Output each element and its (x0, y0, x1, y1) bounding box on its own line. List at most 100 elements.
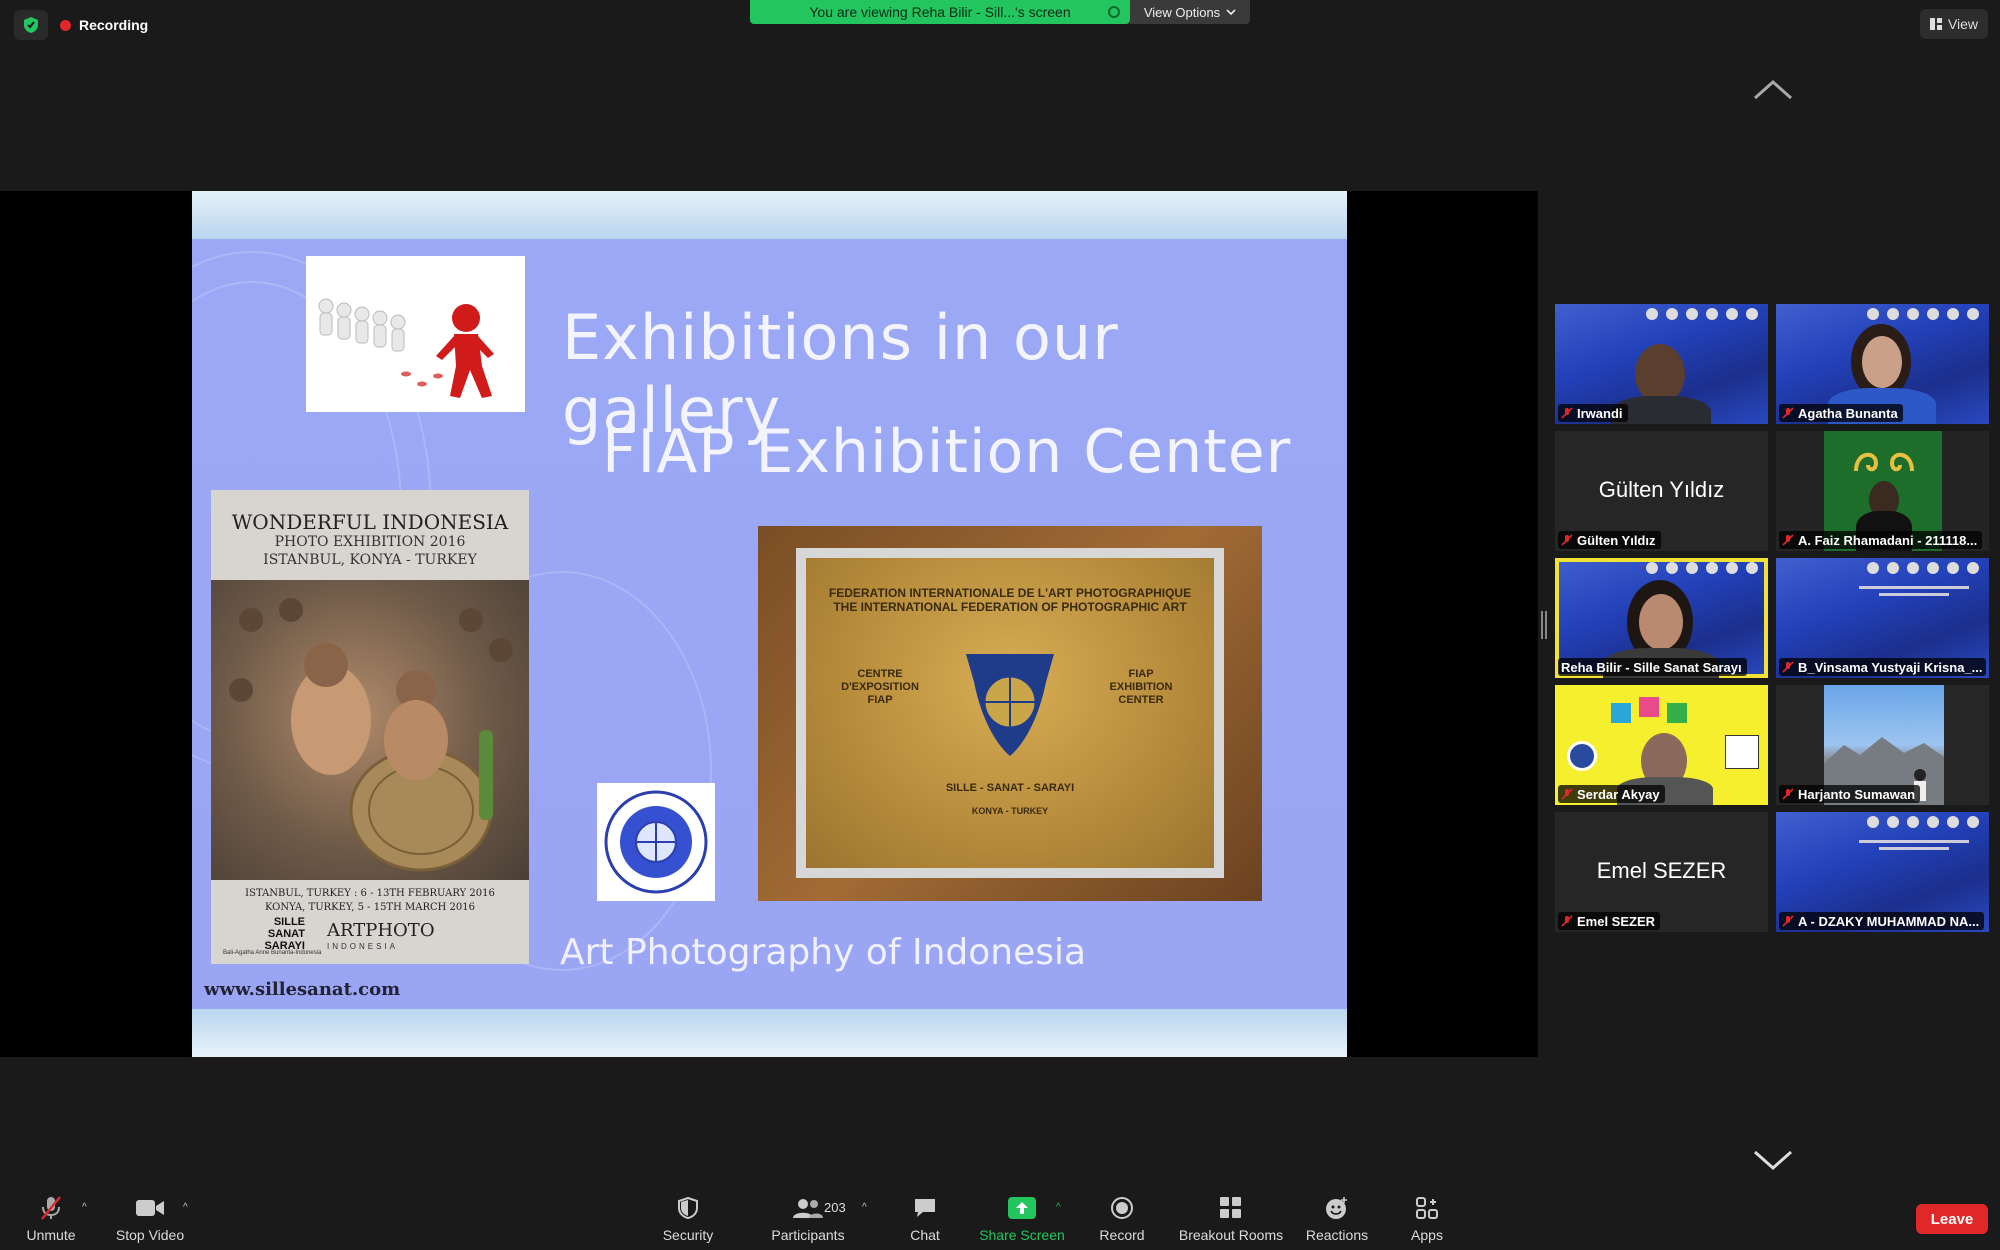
poster-logo-sille: SILLE SANAT SARAYI (264, 916, 305, 952)
view-options-button[interactable]: View Options (1130, 0, 1250, 24)
participant-name-tag: Serdar Akyay (1558, 785, 1665, 803)
record-button[interactable]: Record (1094, 1190, 1150, 1250)
security-button[interactable]: Security (656, 1190, 720, 1250)
view-button[interactable]: View (1920, 9, 1988, 39)
participant-name: A. Faiz Rhamadani - 211118... (1798, 532, 1978, 548)
apps-button[interactable]: Apps (1400, 1190, 1454, 1250)
participants-icon (793, 1195, 823, 1221)
tile-background-text-lines (1859, 586, 1969, 596)
apps-label: Apps (1411, 1227, 1443, 1243)
reactions-button[interactable]: Reactions (1302, 1190, 1372, 1250)
security-shield-icon (673, 1195, 703, 1221)
layout-icon (1929, 18, 1942, 30)
meeting-controls-toolbar: Unmute ^ Stop Video ^ Security Participa… (0, 1190, 2000, 1250)
tile-background-logos (1867, 308, 1979, 320)
participant-name: Gülten Yıldız (1577, 532, 1656, 548)
participants-count: 203 (824, 1200, 846, 1215)
participant-tile[interactable]: B_Vinsama Yustyaji Krisna_... (1776, 558, 1989, 678)
apps-icon (1412, 1195, 1442, 1221)
view-label: View (1947, 16, 1979, 32)
plaque-line-french: FEDERATION INTERNATIONALE DE L'ART PHOTO… (828, 586, 1192, 600)
sille-logo-image (1725, 735, 1759, 769)
tile-background-logos (1867, 562, 1979, 574)
participant-tile[interactable]: Harjanto Sumawan (1776, 685, 1989, 805)
gallery-scroll-up-icon[interactable] (1753, 78, 1793, 102)
participant-tile[interactable]: Gülten Yıldız Gülten Yıldız (1555, 431, 1768, 551)
participant-name-tag: Harjanto Sumawan (1779, 785, 1921, 803)
banner-text: You are viewing Reha Bilir - Sill...'s s… (809, 4, 1071, 20)
fiap-emblem-icon (966, 654, 1054, 756)
video-camera-icon (135, 1195, 165, 1221)
slide-subtitle: FIAP Exhibition Center (602, 417, 1292, 487)
mic-muted-icon (1561, 407, 1573, 419)
participant-tile[interactable]: Emel SEZER Emel SEZER (1555, 812, 1768, 932)
panel-resize-handle[interactable] (1541, 611, 1547, 639)
mic-muted-icon (1561, 915, 1573, 927)
presentation-slide: Exhibitions in our gallery FIAP Exhibiti… (192, 191, 1347, 1057)
viewing-screen-banner: You are viewing Reha Bilir - Sill...'s s… (750, 0, 1130, 24)
chat-label: Chat (910, 1227, 940, 1243)
participants-options-caret-icon[interactable]: ^ (862, 1202, 867, 1213)
unmute-label: Unmute (26, 1227, 76, 1243)
participant-name: Serdar Akyay (1577, 786, 1660, 802)
share-options-caret-icon[interactable]: ^ (1056, 1202, 1061, 1213)
video-options-caret-icon[interactable]: ^ (183, 1202, 188, 1213)
reactions-smiley-icon (1322, 1195, 1352, 1221)
mic-muted-icon (1782, 407, 1794, 419)
mic-muted-icon (1561, 788, 1573, 800)
record-label: Record (1099, 1227, 1145, 1243)
exhibition-poster: WONDERFUL INDONESIA PHOTO EXHIBITION 201… (211, 490, 529, 964)
participant-name-tag: A. Faiz Rhamadani - 211118... (1779, 531, 1983, 549)
participant-tile[interactable]: Irwandi (1555, 304, 1768, 424)
fiap-plaque-image: FEDERATION INTERNATIONALE DE L'ART PHOTO… (758, 526, 1262, 901)
mic-muted-icon (1561, 534, 1573, 546)
unmute-button[interactable]: Unmute (20, 1190, 82, 1250)
mic-muted-icon (1782, 534, 1794, 546)
participant-name-tag: Gülten Yıldız (1558, 531, 1661, 549)
participant-name-tag: B_Vinsama Yustyaji Krisna_... (1779, 658, 1986, 676)
participant-tile[interactable]: A - DZAKY MUHAMMAD NA... (1776, 812, 1989, 932)
poster-dates-konya: KONYA, TURKEY, 5 - 15TH MARCH 2016 (264, 902, 475, 913)
chevron-down-icon (1226, 9, 1236, 15)
share-screen-button[interactable]: Share Screen (976, 1190, 1068, 1250)
slide-url: www.sillesanat.com (204, 979, 401, 1000)
poster-title: WONDERFUL INDONESIA (231, 510, 509, 534)
participant-tile[interactable]: Agatha Bunanta (1776, 304, 1989, 424)
encryption-shield-icon[interactable] (14, 10, 48, 40)
poster-photo-credit: Bali-Agatha Anne Bunanta-Indonesia (223, 950, 322, 956)
poster-subtitle: PHOTO EXHIBITION 2016 (274, 534, 466, 550)
participant-name-tag: A - DZAKY MUHAMMAD NA... (1779, 912, 1985, 930)
chat-button[interactable]: Chat (900, 1190, 950, 1250)
tile-background-logos (1646, 308, 1758, 320)
participant-name: Harjanto Sumawan (1798, 786, 1916, 802)
colored-tiles-image (1611, 697, 1687, 723)
participants-button[interactable]: Participants (764, 1190, 852, 1250)
fiap-logo-image (597, 783, 715, 901)
plaque-frame: FEDERATION INTERNATIONALE DE L'ART PHOTO… (796, 548, 1224, 878)
participant-tile[interactable]: A. Faiz Rhamadani - 211118... (1776, 431, 1989, 551)
participant-name: Reha Bilir - Sille Sanat Sarayı (1561, 659, 1742, 675)
breakout-rooms-label: Breakout Rooms (1178, 1227, 1284, 1243)
breakout-rooms-button[interactable]: Breakout Rooms (1176, 1190, 1286, 1250)
tile-background-logos (1646, 562, 1758, 574)
slide-footer-text: Art Photography of Indonesia (560, 932, 1087, 973)
gallery-scroll-down-icon[interactable] (1753, 1148, 1793, 1172)
walking-figures-image (306, 256, 525, 412)
audio-options-caret-icon[interactable]: ^ (82, 1202, 87, 1213)
chat-bubble-icon (910, 1195, 940, 1221)
tile-background-logos (1867, 816, 1979, 828)
leave-button[interactable]: Leave (1916, 1204, 1988, 1234)
stop-video-button[interactable]: Stop Video (112, 1190, 188, 1250)
recording-indicator[interactable]: Recording (60, 17, 148, 33)
plaque-bottom-line2: KONYA - TURKEY (971, 806, 1049, 816)
participant-name: Emel SEZER (1577, 913, 1656, 929)
participant-name-tag: Agatha Bunanta (1779, 404, 1903, 422)
participant-display-name: Emel SEZER (1596, 858, 1727, 883)
security-label: Security (662, 1227, 714, 1243)
participant-tile-active-speaker[interactable]: Reha Bilir - Sille Sanat Sarayı (1555, 558, 1768, 678)
recording-label: Recording (79, 17, 149, 33)
ornament-icon (1854, 452, 1914, 472)
plaque-gold-plate: FEDERATION INTERNATIONALE DE L'ART PHOTO… (806, 558, 1214, 868)
participant-name: Irwandi (1577, 405, 1623, 421)
participant-tile[interactable]: Serdar Akyay (1555, 685, 1768, 805)
